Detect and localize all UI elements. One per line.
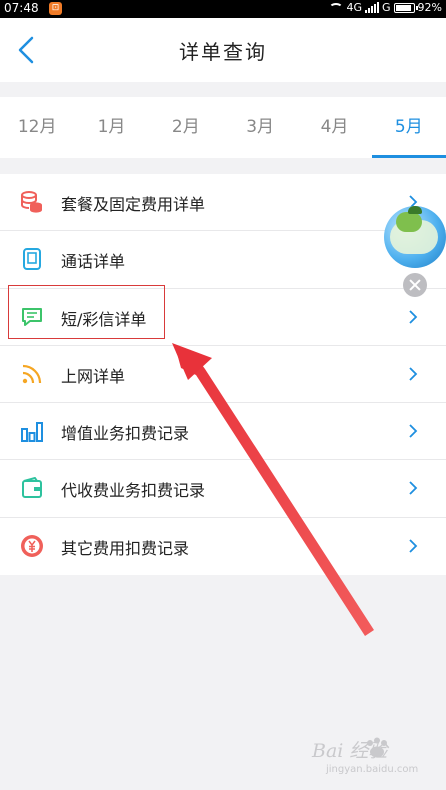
network-label: 4G [346, 1, 363, 14]
yen-icon [21, 534, 43, 557]
coin-stack-icon [21, 191, 42, 213]
month-tabs: 12月 1月 2月 3月 4月 5月 [0, 97, 446, 158]
close-icon[interactable] [403, 273, 427, 297]
rss-icon [22, 364, 42, 384]
page-title: 详单查询 [179, 40, 267, 64]
watermark: Bai 经验 jingyan.baidu.com [312, 736, 446, 782]
phone-icon [23, 248, 41, 271]
list-item-collection-fees[interactable]: 代收费业务扣费记录 [0, 460, 446, 518]
battery-icon [393, 2, 418, 13]
watermark-line2: jingyan.baidu.com [326, 764, 419, 775]
highlight-box [8, 285, 165, 339]
paw-icon [367, 737, 387, 758]
battery-label: 92% [417, 1, 442, 14]
signal-icon [365, 2, 380, 13]
status-right: 4G G 92% [329, 1, 442, 14]
tab-month-5[interactable]: 5月 [371, 97, 446, 158]
status-bar: 07:48 ⊡ 4G G 92% [0, 0, 446, 18]
floating-assistant-ball[interactable] [384, 206, 446, 268]
list-item-label: 代收费业务扣费记录 [61, 481, 206, 501]
wallet-icon [22, 477, 42, 499]
chevron-right-icon [409, 424, 418, 438]
tab-month-1[interactable]: 1月 [74, 97, 148, 158]
list-item-other-fees[interactable]: 其它费用扣费记录 [0, 518, 446, 575]
tab-month-12[interactable]: 12月 [0, 97, 74, 158]
list-item-value-added-fees[interactable]: 增值业务扣费记录 [0, 403, 446, 461]
chevron-right-icon [409, 481, 418, 496]
list-item-data-usage[interactable]: 上网详单 [0, 346, 446, 404]
wifi-icon [329, 2, 344, 13]
notification-icon: ⊡ [49, 2, 62, 15]
app-header: 详单查询 [0, 18, 446, 82]
tab-month-4[interactable]: 4月 [297, 97, 371, 158]
chevron-right-icon [409, 539, 418, 553]
list-item-call-details[interactable]: 通话详单 [0, 231, 446, 289]
list-item-label: 增值业务扣费记录 [61, 424, 190, 444]
list-item-package-fees[interactable]: 套餐及固定费用详单 [0, 174, 446, 232]
list-item-label: 上网详单 [61, 366, 126, 386]
tab-month-2[interactable]: 2月 [149, 97, 223, 158]
list-item-label: 通话详单 [61, 252, 126, 272]
network2-label: G [382, 1, 391, 14]
list-item-label: 其它费用扣费记录 [61, 538, 190, 558]
chevron-right-icon [409, 367, 418, 381]
bar-chart-icon [21, 422, 43, 443]
tab-month-3[interactable]: 3月 [223, 97, 297, 158]
status-time: 07:48 [4, 1, 39, 15]
list-item-label: 套餐及固定费用详单 [61, 195, 206, 214]
chevron-right-icon [409, 309, 418, 324]
detail-list: 套餐及固定费用详单 通话详单 短/彩信详单 上网详单 增值业务扣费记录 代收费业… [0, 174, 446, 576]
